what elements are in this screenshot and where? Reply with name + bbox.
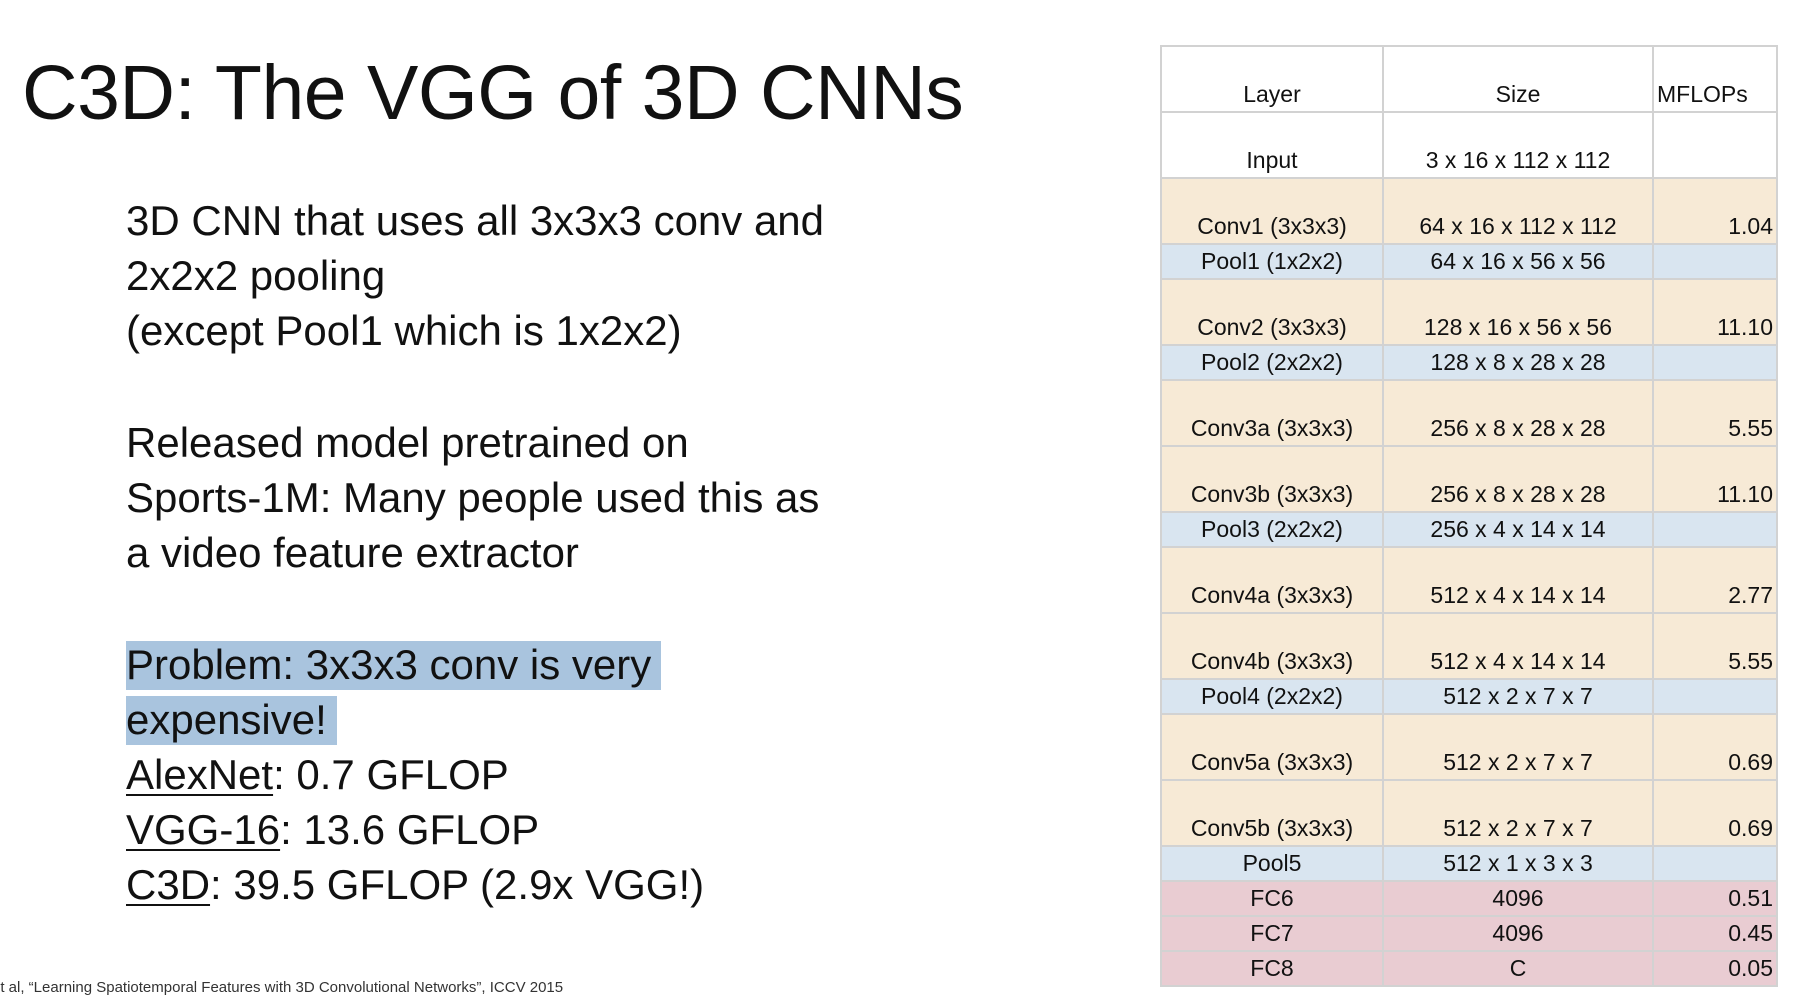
c3d-link[interactable]: C3D: [126, 861, 210, 908]
layer-cell: FC8: [1160, 950, 1384, 987]
table-row: Conv4a (3x3x3) 512 x 4 x 14 x 14 2.77: [1160, 546, 1778, 614]
flop-value: : 13.6 GFLOP: [280, 806, 540, 853]
mflops-cell: 5.55: [1652, 612, 1778, 680]
table-row: Conv5b (3x3x3) 512 x 2 x 7 x 7 0.69: [1160, 779, 1778, 847]
layer-cell: Pool1 (1x2x2): [1160, 243, 1384, 280]
cost-comparison: Problem: 3x3x3 conv is very expensive! A…: [126, 637, 886, 912]
size-cell: 64 x 16 x 56 x 56: [1382, 243, 1654, 280]
table-row: Conv1 (3x3x3) 64 x 16 x 112 x 112 1.04: [1160, 177, 1778, 245]
citation-footnote: et al, “Learning Spatiotemporal Features…: [0, 979, 564, 996]
table-row: Pool4 (2x2x2) 512 x 2 x 7 x 7: [1160, 678, 1778, 715]
table-header-row: Layer Size MFLOPs: [1160, 45, 1778, 113]
flop-line-c3d: C3D: 39.5 GFLOP (2.9x VGG!): [126, 857, 886, 912]
text-line: 2x2x2 pooling: [126, 252, 386, 299]
mflops-cell: [1652, 111, 1778, 179]
size-cell: 512 x 1 x 3 x 3: [1382, 845, 1654, 882]
layer-cell: Conv3b (3x3x3): [1160, 445, 1384, 513]
text-line: (except Pool1 which is 1x2x2): [126, 307, 682, 354]
size-cell: 512 x 4 x 14 x 14: [1382, 612, 1654, 680]
size-cell: 256 x 4 x 14 x 14: [1382, 511, 1654, 548]
mflops-cell: 0.05: [1652, 950, 1778, 987]
layer-cell: Conv5a (3x3x3): [1160, 713, 1384, 781]
flop-line-alexnet: AlexNet: 0.7 GFLOP: [126, 747, 886, 802]
mflops-cell: 0.69: [1652, 713, 1778, 781]
slide-title: C3D: The VGG of 3D CNNs: [22, 50, 964, 136]
highlighted-text: Problem: 3x3x3 conv is very: [126, 641, 662, 690]
table-row: Pool3 (2x2x2) 256 x 4 x 14 x 14: [1160, 511, 1778, 548]
mflops-cell: 0.69: [1652, 779, 1778, 847]
table-row: Pool5 512 x 1 x 3 x 3: [1160, 845, 1778, 882]
mflops-cell: [1652, 243, 1778, 280]
layer-cell: Conv1 (3x3x3): [1160, 177, 1384, 245]
text-line: 3D CNN that uses all 3x3x3 conv and: [126, 197, 825, 244]
flop-line-vgg16: VGG-16: 13.6 GFLOP: [126, 802, 886, 857]
text-line: Sports-1M: Many people used this as: [126, 474, 820, 521]
size-cell: 64 x 16 x 112 x 112: [1382, 177, 1654, 245]
table-row: FC7 4096 0.45: [1160, 915, 1778, 952]
flop-value: : 39.5 GFLOP (2.9x VGG!): [210, 861, 705, 908]
mflops-cell: 0.51: [1652, 880, 1778, 917]
highlighted-text: expensive!: [126, 696, 337, 745]
layer-cell: Conv4b (3x3x3): [1160, 612, 1384, 680]
problem-line: Problem: 3x3x3 conv is very: [126, 637, 886, 692]
table-row: Input 3 x 16 x 112 x 112: [1160, 111, 1778, 179]
size-cell: 4096: [1382, 915, 1654, 952]
size-cell: 3 x 16 x 112 x 112: [1382, 111, 1654, 179]
flop-value: : 0.7 GFLOP: [273, 751, 509, 798]
table-row: Conv4b (3x3x3) 512 x 4 x 14 x 14 5.55: [1160, 612, 1778, 680]
layer-cell: Pool5: [1160, 845, 1384, 882]
size-cell: 128 x 16 x 56 x 56: [1382, 278, 1654, 346]
text-line: Released model pretrained on: [126, 419, 689, 466]
layer-cell: FC7: [1160, 915, 1384, 952]
mflops-cell: 0.45: [1652, 915, 1778, 952]
header-layer: Layer: [1160, 45, 1384, 113]
table-row: FC8 C 0.05: [1160, 950, 1778, 987]
layer-cell: Pool2 (2x2x2): [1160, 344, 1384, 381]
mflops-cell: 1.04: [1652, 177, 1778, 245]
layer-cell: Conv3a (3x3x3): [1160, 379, 1384, 447]
size-cell: 128 x 8 x 28 x 28: [1382, 344, 1654, 381]
table-row: Pool2 (2x2x2) 128 x 8 x 28 x 28: [1160, 344, 1778, 381]
layer-cell: FC6: [1160, 880, 1384, 917]
mflops-cell: [1652, 845, 1778, 882]
size-cell: 512 x 2 x 7 x 7: [1382, 779, 1654, 847]
vgg16-link[interactable]: VGG-16: [126, 806, 280, 853]
size-cell: 256 x 8 x 28 x 28: [1382, 445, 1654, 513]
mflops-cell: 11.10: [1652, 445, 1778, 513]
size-cell: 512 x 2 x 7 x 7: [1382, 678, 1654, 715]
c3d-description: 3D CNN that uses all 3x3x3 conv and 2x2x…: [126, 193, 886, 358]
mflops-cell: [1652, 511, 1778, 548]
layer-cell: Conv4a (3x3x3): [1160, 546, 1384, 614]
mflops-cell: 11.10: [1652, 278, 1778, 346]
mflops-cell: 5.55: [1652, 379, 1778, 447]
table-row: Conv3b (3x3x3) 256 x 8 x 28 x 28 11.10: [1160, 445, 1778, 513]
layer-cell: Pool4 (2x2x2): [1160, 678, 1384, 715]
table-row: FC6 4096 0.51: [1160, 880, 1778, 917]
size-cell: 512 x 2 x 7 x 7: [1382, 713, 1654, 781]
table-row: Conv2 (3x3x3) 128 x 16 x 56 x 56 11.10: [1160, 278, 1778, 346]
layer-cell: Pool3 (2x2x2): [1160, 511, 1384, 548]
size-cell: 512 x 4 x 14 x 14: [1382, 546, 1654, 614]
mflops-cell: [1652, 344, 1778, 381]
size-cell: 4096: [1382, 880, 1654, 917]
table-row: Conv5a (3x3x3) 512 x 2 x 7 x 7 0.69: [1160, 713, 1778, 781]
layer-cell: Conv2 (3x3x3): [1160, 278, 1384, 346]
header-size: Size: [1382, 45, 1654, 113]
mflops-cell: [1652, 678, 1778, 715]
problem-line: expensive!: [126, 692, 886, 747]
header-mflops: MFLOPs: [1652, 45, 1778, 113]
pretrained-note: Released model pretrained on Sports-1M: …: [126, 415, 886, 580]
mflops-cell: 2.77: [1652, 546, 1778, 614]
table-row: Conv3a (3x3x3) 256 x 8 x 28 x 28 5.55: [1160, 379, 1778, 447]
layer-cell: Conv5b (3x3x3): [1160, 779, 1384, 847]
table-row: Pool1 (1x2x2) 64 x 16 x 56 x 56: [1160, 243, 1778, 280]
layer-cell: Input: [1160, 111, 1384, 179]
c3d-architecture-table: Layer Size MFLOPs Input 3 x 16 x 112 x 1…: [1160, 45, 1778, 987]
size-cell: 256 x 8 x 28 x 28: [1382, 379, 1654, 447]
text-line: a video feature extractor: [126, 529, 579, 576]
alexnet-link[interactable]: AlexNet: [126, 751, 273, 798]
size-cell: C: [1382, 950, 1654, 987]
